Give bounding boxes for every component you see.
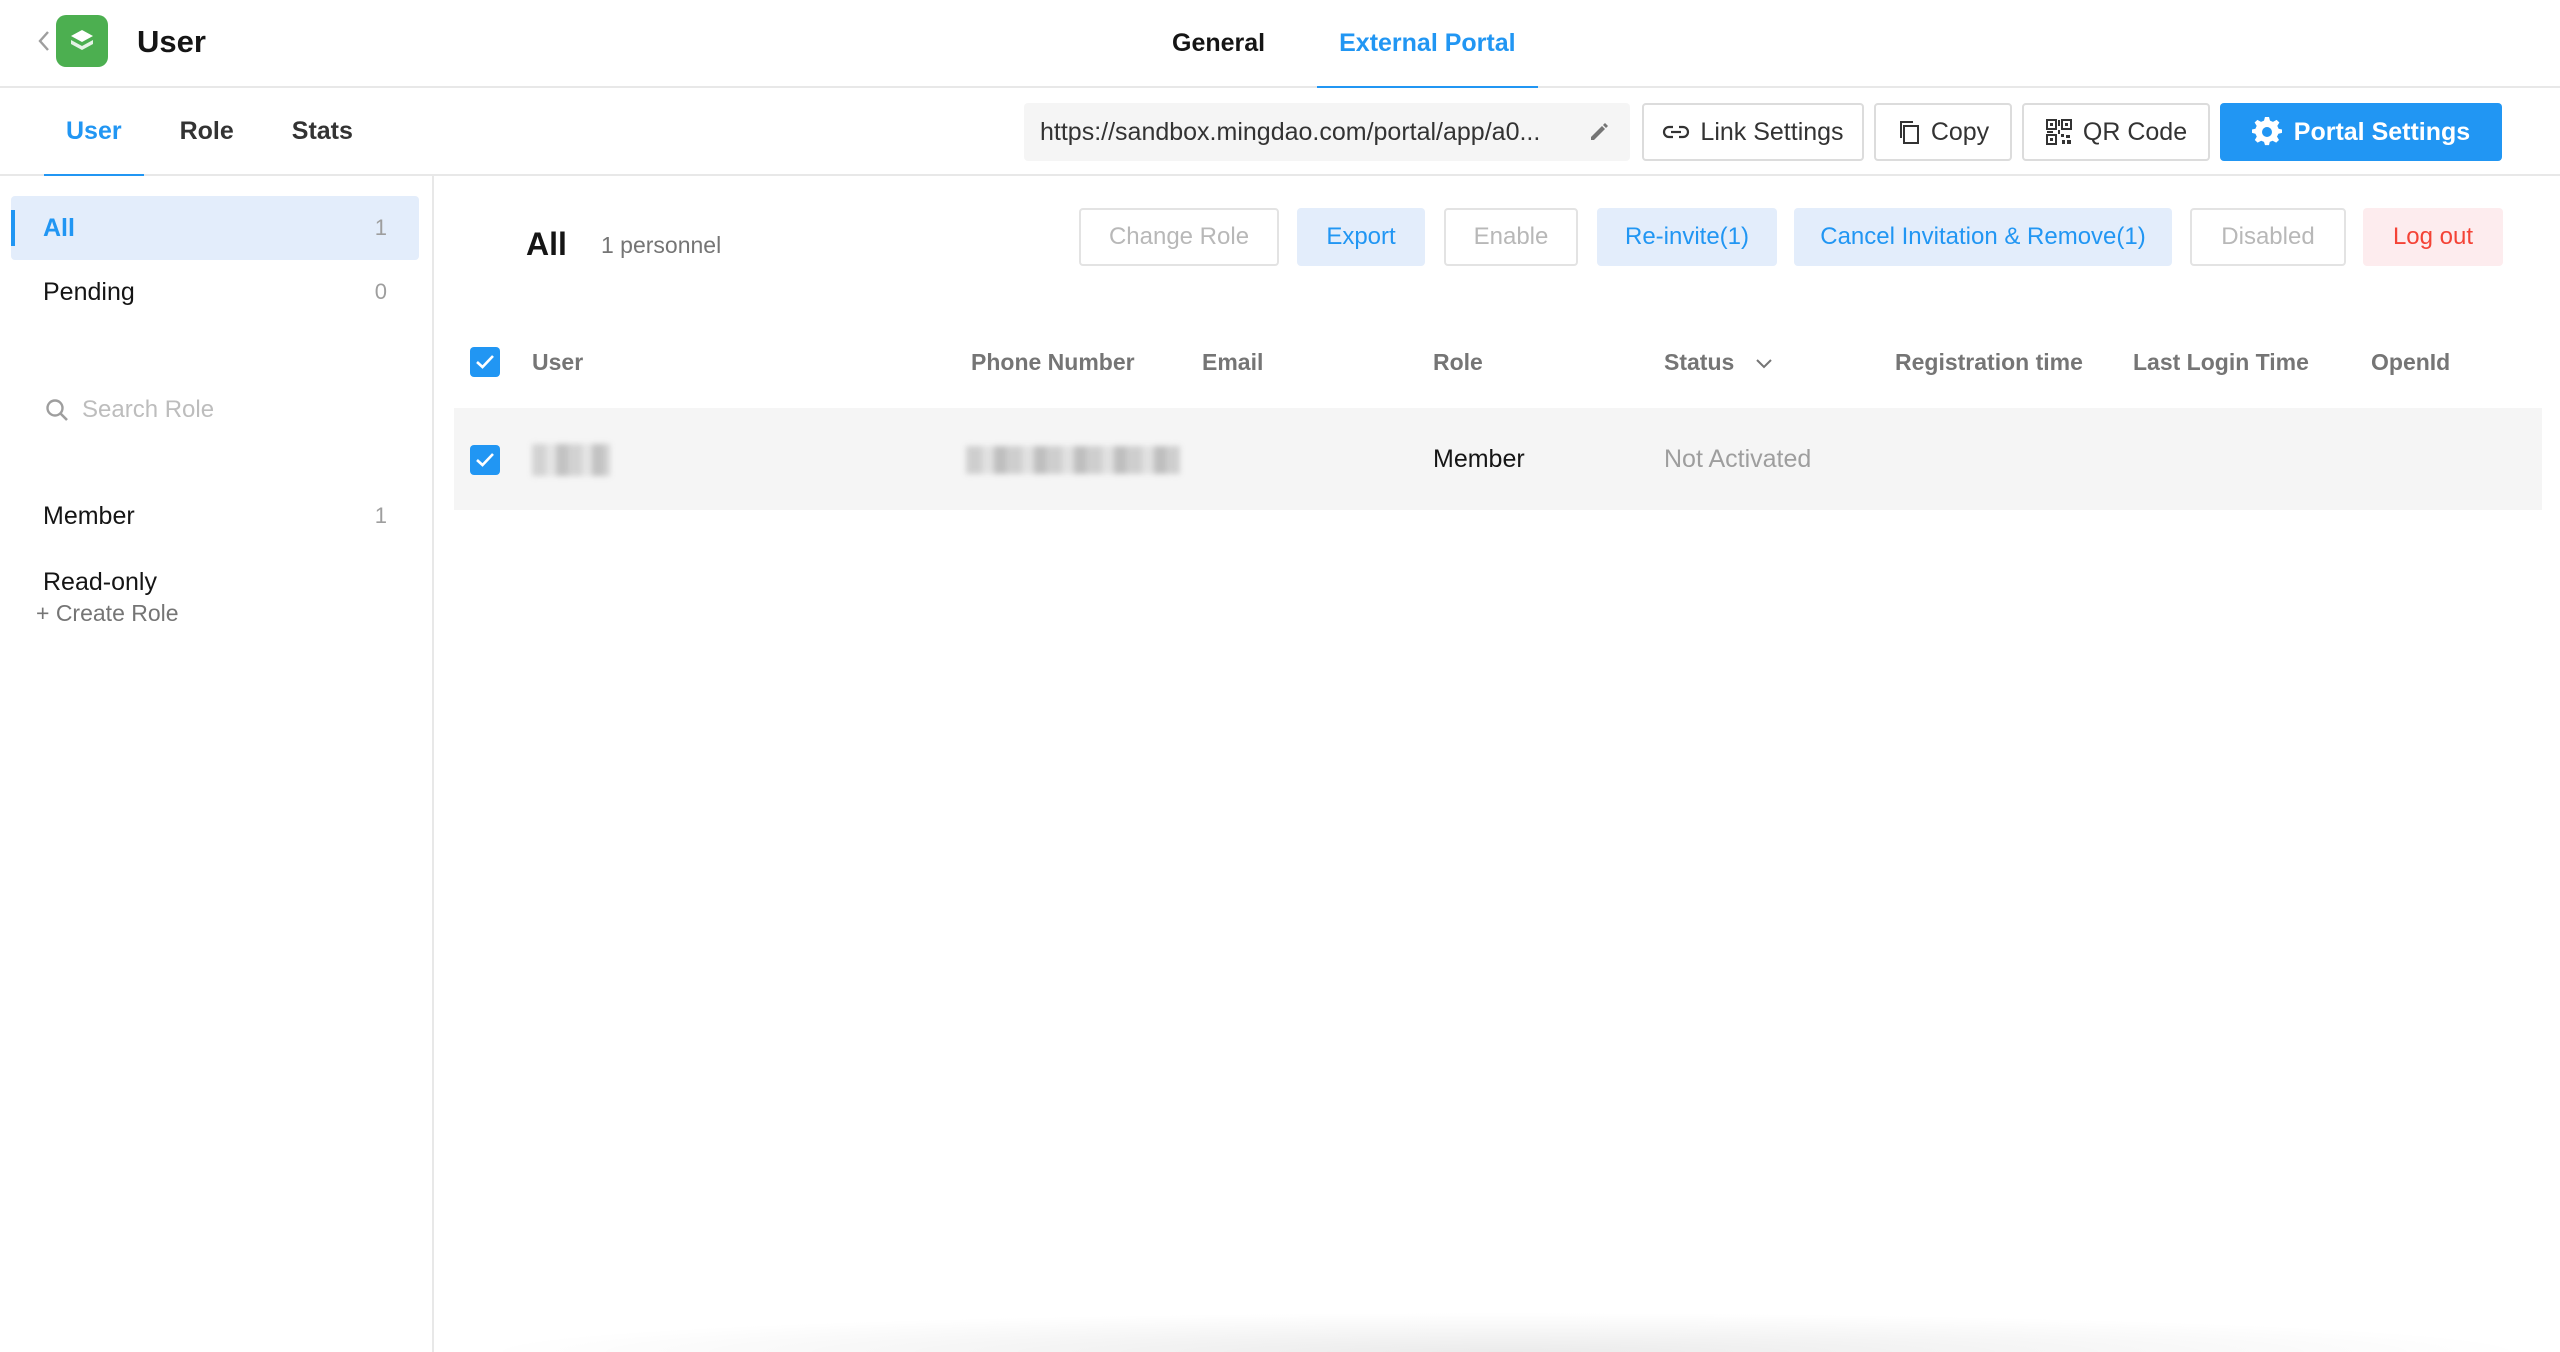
logout-button[interactable]: Log out: [2363, 208, 2503, 266]
create-role-button[interactable]: + Create Role: [36, 600, 179, 627]
reinvite-button[interactable]: Re-invite(1): [1597, 208, 1777, 266]
sub-tabs: User Role Stats: [44, 88, 389, 178]
column-email: Email: [1202, 349, 1264, 375]
search-icon: [46, 399, 68, 421]
column-openid: OpenId: [2371, 349, 2451, 375]
personnel-count: 1 personnel: [601, 232, 722, 258]
app-logo-icon: [56, 15, 108, 67]
pencil-edit-icon[interactable]: [1584, 117, 1614, 147]
cancel-invitation-button[interactable]: Cancel Invitation & Remove(1): [1794, 208, 2172, 266]
check-icon: [476, 453, 494, 467]
table-row[interactable]: Member Not Activated: [454, 408, 2542, 510]
sub-bar: User Role Stats https://sandbox.mingdao.…: [0, 88, 2560, 178]
bottom-shadow: [466, 1312, 2546, 1352]
column-status[interactable]: Status: [1664, 326, 1773, 398]
sidebar-item-label: All: [43, 213, 75, 242]
qr-code-button[interactable]: QR Code: [2022, 103, 2210, 161]
sidebar-item-member[interactable]: Member 1: [11, 484, 419, 548]
sidebar-item-label: Member: [43, 501, 135, 530]
sidebar-item-pending[interactable]: Pending 0: [11, 260, 419, 324]
enable-button[interactable]: Enable: [1444, 208, 1578, 266]
sidebar-item-label: Pending: [43, 277, 135, 306]
column-role: Role: [1433, 349, 1483, 375]
change-role-button[interactable]: Change Role: [1079, 208, 1279, 266]
copy-label: Copy: [1930, 117, 1990, 146]
link-settings-button[interactable]: Link Settings: [1642, 103, 1864, 161]
user-name-redacted: [532, 444, 610, 476]
tab-general[interactable]: General: [1150, 0, 1287, 88]
tab-role[interactable]: Role: [158, 88, 256, 176]
search-role-field[interactable]: [44, 386, 404, 434]
link-settings-label: Link Settings: [1700, 117, 1844, 146]
chevron-down-icon: [1755, 359, 1772, 369]
sidebar-item-label: Read-only: [43, 567, 157, 596]
main-panel: All 1 personnel Change Role Export Enabl…: [436, 176, 2560, 1352]
top-bar: User General External Portal: [0, 0, 2560, 90]
cell-status: Not Activated: [1664, 445, 1812, 473]
sidebar-item-count: 1: [374, 215, 387, 240]
qr-code-icon: [2045, 119, 2072, 145]
select-all-checkbox[interactable]: [470, 347, 500, 377]
search-role-input[interactable]: [82, 396, 382, 424]
back-chevron-icon[interactable]: [32, 26, 56, 56]
check-icon: [476, 355, 494, 369]
page-title: User: [137, 24, 206, 59]
column-registration-time: Registration time: [1895, 349, 2083, 375]
qr-code-label: QR Code: [2082, 117, 2188, 146]
tab-stats[interactable]: Stats: [270, 88, 375, 176]
copy-icon: [1899, 121, 1919, 144]
tab-external-portal[interactable]: External Portal: [1317, 0, 1539, 90]
row-checkbox[interactable]: [470, 445, 500, 475]
link-icon: [1663, 125, 1690, 139]
portal-settings-button[interactable]: Portal Settings: [2220, 103, 2502, 161]
tab-user[interactable]: User: [44, 88, 144, 178]
sidebar-item-count: 0: [374, 279, 387, 304]
copy-button[interactable]: Copy: [1874, 103, 2012, 161]
portal-url-field[interactable]: https://sandbox.mingdao.com/portal/app/a…: [1024, 103, 1630, 161]
portal-settings-label: Portal Settings: [2293, 117, 2471, 146]
phone-number-redacted: [966, 446, 1180, 474]
sidebar-item-count: 1: [374, 503, 387, 528]
export-button[interactable]: Export: [1297, 208, 1425, 266]
sidebar: All 1 Pending 0 Member 1 Read-only + Cre…: [0, 176, 434, 1352]
sidebar-item-all[interactable]: All 1: [11, 196, 419, 260]
top-tabs: General External Portal: [1150, 0, 1568, 90]
column-user: User: [532, 349, 584, 375]
portal-url-text: https://sandbox.mingdao.com/portal/app/a…: [1040, 117, 1541, 146]
gear-icon: [2251, 117, 2282, 146]
column-last-login: Last Login Time: [2133, 349, 2309, 375]
column-phone: Phone Number: [971, 349, 1135, 375]
disabled-button[interactable]: Disabled: [2190, 208, 2346, 266]
table-header: User Phone Number Email Role Status Regi…: [454, 326, 2542, 398]
cell-role: Member: [1433, 445, 1525, 473]
list-title: All: [526, 226, 567, 262]
column-status-label: Status: [1664, 349, 1735, 375]
